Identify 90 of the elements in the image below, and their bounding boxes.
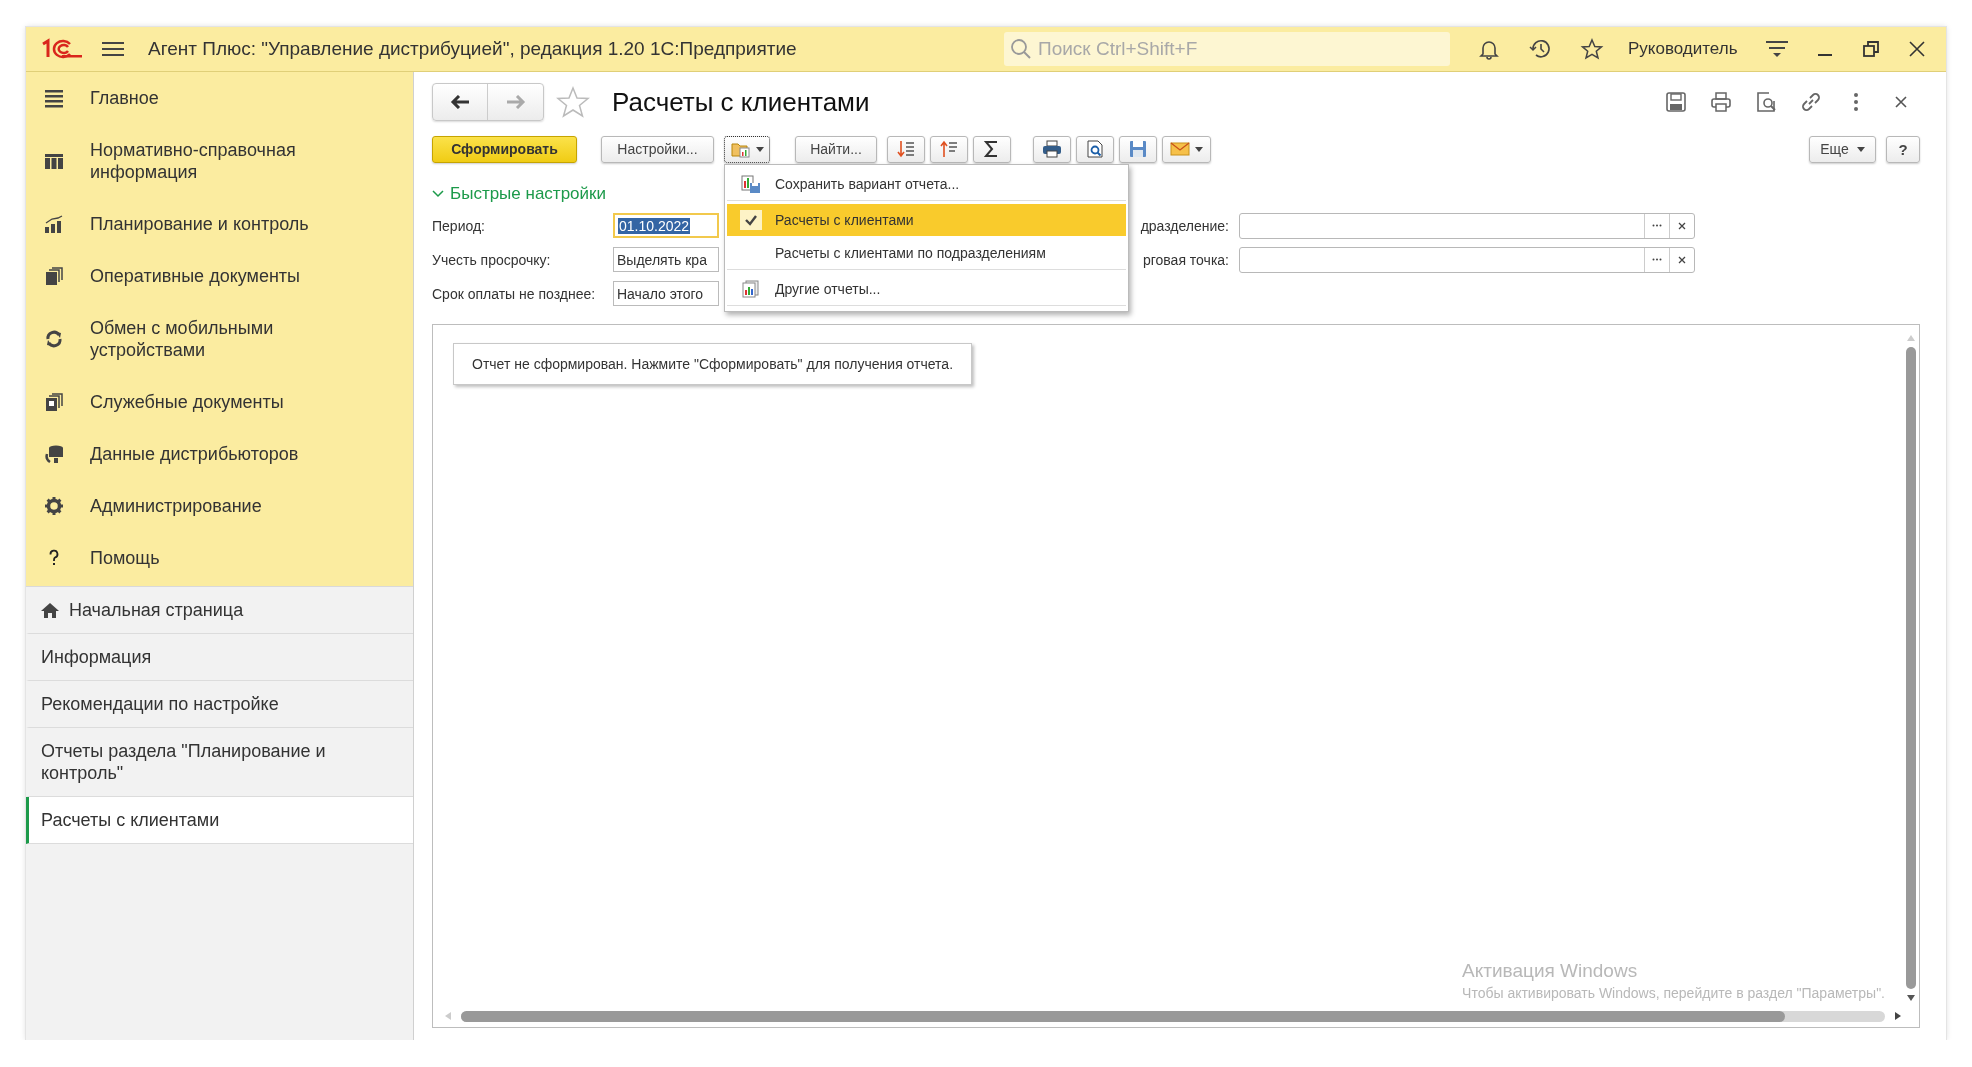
preview-icon	[1085, 140, 1105, 158]
documents-icon	[44, 392, 64, 412]
open-window-tab[interactable]: Информация	[26, 634, 413, 681]
menu-item[interactable]: Сохранить вариант отчета...	[727, 167, 1126, 201]
ellipsis-icon	[1652, 258, 1662, 261]
chevron-down-icon	[432, 189, 444, 199]
field-label: дразделение:	[1139, 217, 1229, 234]
ellipsis-icon	[1652, 224, 1662, 227]
reports-icon	[741, 279, 761, 298]
arrow-left-icon	[450, 95, 470, 109]
close-icon[interactable]	[1907, 40, 1926, 58]
input-field[interactable]: Выделять кра	[613, 247, 719, 272]
clear-icon	[1678, 221, 1686, 230]
sidebar-item[interactable]: Помощь	[26, 532, 413, 584]
caret-icon	[1856, 146, 1865, 152]
quick-settings-toggle[interactable]: Быстрые настройки	[432, 184, 606, 204]
menu-icon[interactable]	[102, 40, 124, 58]
scroll-down-icon[interactable]	[1907, 995, 1915, 1001]
preview-button[interactable]	[1076, 135, 1114, 163]
bar-chart-icon	[44, 214, 64, 234]
sort-ascending-button[interactable]	[930, 135, 968, 163]
menu-item[interactable]: Расчеты с клиентами по подразделениям	[727, 236, 1126, 270]
report-message: Отчет не сформирован. Нажмите "Сформировать" для получения отчета.	[453, 343, 973, 385]
window-title: Агент Плюс: "Управление дистрибуцией", редакция 1.20 1С:Предприятие	[148, 38, 798, 60]
sidebar-item[interactable]: Оперативные документы	[26, 250, 413, 302]
printer-icon[interactable]	[1710, 91, 1732, 113]
print-icon	[1042, 140, 1062, 158]
search-icon	[1010, 38, 1032, 60]
menu-item[interactable]: Расчеты с клиентами	[727, 203, 1126, 236]
preview-icon[interactable]	[1755, 91, 1777, 113]
clear-icon	[1678, 255, 1686, 264]
checkmark-icon	[740, 209, 762, 230]
sidebar-item[interactable]: Администрирование	[26, 480, 413, 532]
logo-icon[interactable]	[40, 38, 84, 60]
link-icon[interactable]	[1800, 91, 1822, 113]
sum-button[interactable]	[973, 135, 1011, 163]
sidebar-item[interactable]: Планирование и контроль	[26, 198, 413, 250]
sidebar-item[interactable]: Служебные документы	[26, 376, 413, 428]
activation-text: Чтобы активировать Windows, перейдите в раздел "Параметры".	[1462, 985, 1885, 1001]
sort-ascending-icon	[939, 140, 959, 158]
user-name[interactable]: Руководитель	[1628, 39, 1738, 59]
sidebar-item[interactable]: Главное	[26, 72, 413, 124]
bell-icon[interactable]	[1478, 38, 1500, 60]
sidebar-item[interactable]: Нормативно-справочная информация	[26, 124, 413, 198]
sync-icon	[44, 329, 64, 349]
documents-icon	[44, 266, 64, 286]
caret-icon	[755, 146, 764, 152]
list-icon	[44, 88, 64, 108]
gear-icon	[44, 496, 64, 516]
open-window-tab[interactable]: Начальная страница	[26, 587, 413, 634]
field-label: Учесть просрочку:	[432, 251, 552, 268]
folder-chart-icon	[730, 140, 751, 158]
caret-icon	[1195, 146, 1203, 152]
arrow-right-icon	[505, 95, 526, 109]
history-icon[interactable]	[1528, 38, 1552, 60]
sort-descending-icon	[896, 140, 916, 158]
generate-button[interactable]: Сформировать	[432, 135, 577, 163]
open-window-tab[interactable]: Расчеты с клиентами	[26, 797, 413, 844]
form-title: Расчеты с клиентами	[612, 86, 870, 118]
more-button[interactable]: Еще	[1809, 135, 1876, 163]
find-button[interactable]: Найти...	[795, 135, 877, 163]
help-button[interactable]: ?	[1886, 135, 1920, 163]
menu-item[interactable]: Другие отчеты...	[727, 272, 1126, 306]
sidebar-item[interactable]: Обмен с мобильными устройствами	[26, 302, 413, 376]
save-report-icon	[741, 174, 761, 193]
sidebar-item[interactable]: Данные дистрибьюторов	[26, 428, 413, 480]
scrollbar-thumb[interactable]	[1906, 347, 1916, 989]
envelope-icon	[1170, 141, 1190, 157]
star-icon[interactable]	[556, 86, 590, 118]
input-field[interactable]: Начало этого	[613, 281, 719, 306]
scroll-right-icon[interactable]	[1895, 1012, 1901, 1020]
scrollbar-thumb[interactable]	[461, 1010, 1786, 1022]
field-label: рговая точка:	[1141, 251, 1229, 268]
settings-button[interactable]: Настройки...	[601, 135, 714, 163]
field-label: Срок оплаты не позднее:	[432, 285, 597, 302]
email-button[interactable]	[1162, 135, 1211, 163]
restore-icon[interactable]	[1861, 40, 1880, 58]
star-icon[interactable]	[1580, 38, 1604, 60]
search-field[interactable]: Поиск Ctrl+Shift+F	[1004, 32, 1450, 66]
field-label: Период:	[432, 217, 486, 234]
open-window-tab[interactable]: Рекомендации по настройке	[26, 681, 413, 728]
grid-icon	[44, 151, 64, 171]
activation-title: Активация Windows	[1462, 960, 1639, 982]
save-button[interactable]	[1119, 135, 1157, 163]
filter-icon[interactable]	[1765, 39, 1788, 59]
sort-descending-button[interactable]	[887, 135, 925, 163]
home-icon	[41, 602, 59, 618]
input-field[interactable]: 01.10.2022	[613, 213, 719, 238]
report-variant-button[interactable]	[724, 135, 770, 163]
print-button[interactable]	[1033, 135, 1071, 163]
